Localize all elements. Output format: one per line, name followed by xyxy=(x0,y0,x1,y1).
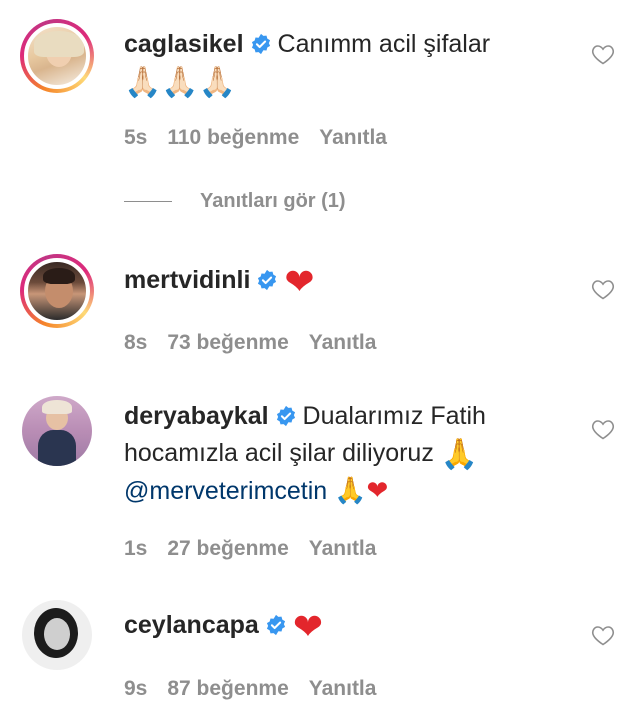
comment-meta: 9s 87 beğenme Yanıtla xyxy=(124,677,376,701)
comment-meta: 8s 73 beğenme Yanıtla xyxy=(124,331,376,355)
username[interactable]: caglasikel xyxy=(124,30,244,58)
heart-outline-icon[interactable] xyxy=(591,43,615,65)
likes-count[interactable]: 27 beğenme xyxy=(167,537,288,561)
likes-count[interactable]: 73 beğenme xyxy=(167,331,288,355)
timestamp[interactable]: 1s xyxy=(124,537,147,561)
pray-emoji: 🙏 xyxy=(440,437,479,472)
view-replies-button[interactable]: Yanıtları gör (1) xyxy=(124,190,346,213)
reply-button[interactable]: Yanıtla xyxy=(319,126,387,150)
username[interactable]: ceylancapa xyxy=(124,611,259,639)
comment-body: mertvidinli ❤ xyxy=(124,262,579,301)
likes-count[interactable]: 110 beğenme xyxy=(167,126,299,150)
reply-button[interactable]: Yanıtla xyxy=(309,537,377,561)
avatar-ceylancapa[interactable] xyxy=(22,600,92,670)
verified-badge-icon xyxy=(258,269,277,291)
username[interactable]: mertvidinli xyxy=(124,266,250,294)
comment-text-line2: hocamızla acil şilar diliyoruz xyxy=(124,439,434,467)
comment-body: caglasikel Canımm acil şifalar 🙏🏻🙏🏻🙏🏻 xyxy=(124,26,579,101)
comment-body: ceylancapa ❤ xyxy=(124,607,579,646)
comment-text-line1: Dualarımız Fatih xyxy=(302,402,486,430)
pray-emoji: 🙏🏻🙏🏻🙏🏻 xyxy=(124,65,237,100)
timestamp[interactable]: 5s xyxy=(124,126,147,150)
comment-text: Canımm acil şifalar xyxy=(277,30,491,58)
heart-outline-icon[interactable] xyxy=(591,624,615,646)
avatar-caglasikel[interactable] xyxy=(20,19,94,93)
timestamp[interactable]: 8s xyxy=(124,331,147,355)
heart-emoji: ❤ xyxy=(292,607,323,648)
likes-count[interactable]: 87 beğenme xyxy=(167,677,288,701)
verified-badge-icon xyxy=(276,405,295,427)
comment-meta: 1s 27 beğenme Yanıtla xyxy=(124,537,376,561)
verified-badge-icon xyxy=(251,33,270,55)
heart-outline-icon[interactable] xyxy=(591,278,615,300)
comment-meta: 5s 110 beğenme Yanıtla xyxy=(124,126,387,150)
mention-link[interactable]: @merveterimcetin xyxy=(124,477,327,505)
pray-heart-emoji: 🙏❤ xyxy=(334,476,389,506)
avatar-deryabaykal[interactable] xyxy=(22,396,92,466)
reply-button[interactable]: Yanıtla xyxy=(309,677,377,701)
username[interactable]: deryabaykal xyxy=(124,402,269,430)
verified-badge-icon xyxy=(266,614,285,636)
view-replies-label[interactable]: Yanıtları gör (1) xyxy=(200,190,346,213)
avatar-mertvidinli[interactable] xyxy=(20,254,94,328)
reply-button[interactable]: Yanıtla xyxy=(309,331,377,355)
replies-divider xyxy=(124,201,172,202)
timestamp[interactable]: 9s xyxy=(124,677,147,701)
heart-emoji: ❤ xyxy=(284,262,315,303)
heart-outline-icon[interactable] xyxy=(591,418,615,440)
comment-body: deryabaykal Dualarımız Fatih hocamızla ac… xyxy=(124,398,579,510)
